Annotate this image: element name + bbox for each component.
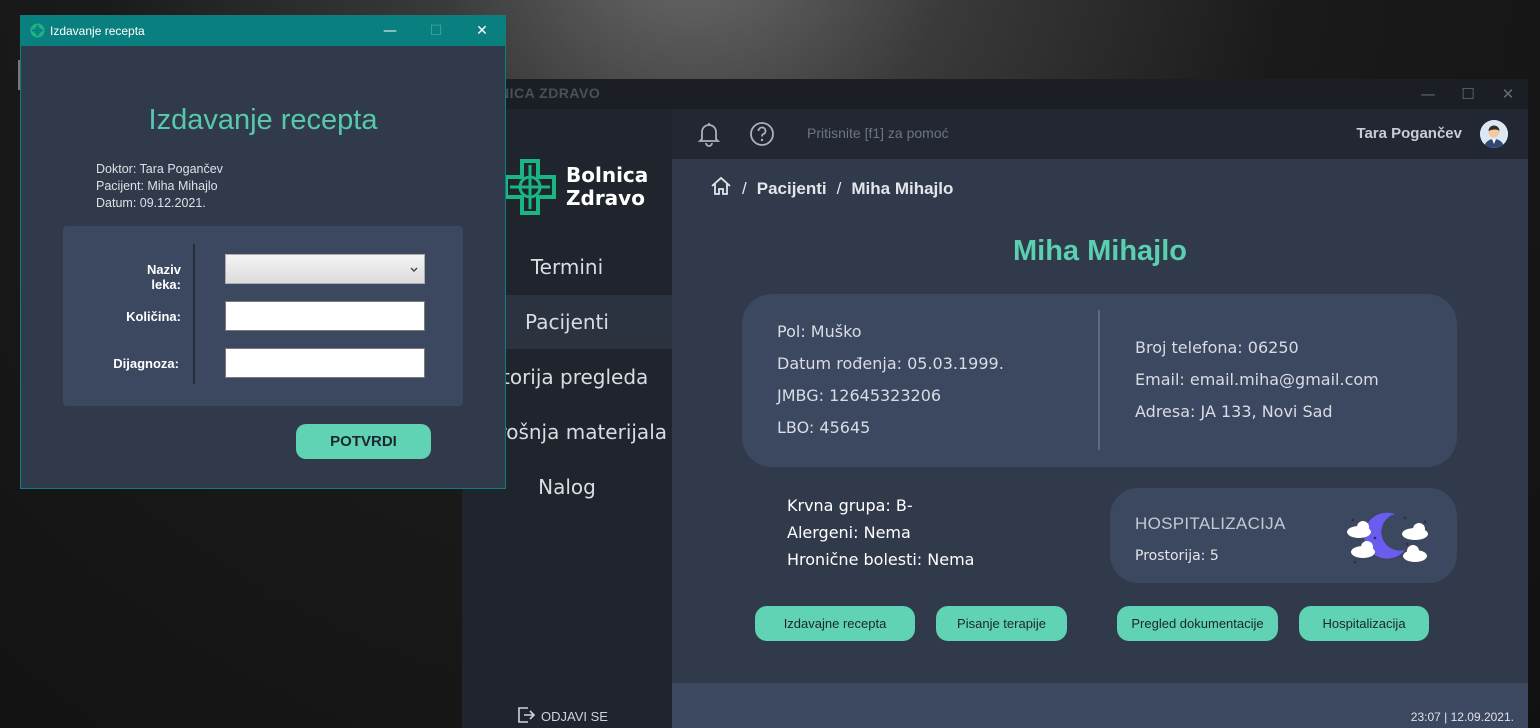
- info-birth-date: Datum rođenja: 05.03.1999.: [777, 354, 1004, 373]
- hospitalization-room: Prostorija: 5: [1135, 548, 1219, 564]
- info-lbo: LBO: 45645: [777, 418, 871, 437]
- avatar[interactable]: [1480, 120, 1508, 148]
- drug-name-select[interactable]: [225, 254, 425, 284]
- breadcrumb-separator: /: [836, 178, 842, 198]
- dialog-heading: Izdavanje recepta: [148, 104, 378, 136]
- info-address: Adresa: JA 133, Novi Sad: [1135, 402, 1333, 421]
- top-bar: Pritisnite [f1] za pomoć Tara Pogančev: [672, 109, 1528, 159]
- hospitalization-button[interactable]: Hospitalizacija: [1299, 606, 1429, 641]
- minimize-button[interactable]: —: [1408, 79, 1448, 109]
- chevron-down-icon: [409, 262, 419, 281]
- prescription-dialog: Izdavanje recepta — ☐ ✕ Izdavanje recept…: [20, 15, 506, 489]
- home-icon[interactable]: [710, 175, 732, 202]
- main-content: Pritisnite [f1] za pomoć Tara Pogančev /: [672, 109, 1528, 728]
- clock: 23:07 | 12.09.2021.: [1410, 710, 1514, 724]
- moon-clouds-icon: [1345, 508, 1431, 568]
- breadcrumb: / Pacijenti / Miha Mihajlo: [710, 175, 953, 202]
- bell-icon[interactable]: [697, 121, 721, 151]
- dialog-close-button[interactable]: ✕: [459, 16, 505, 46]
- info-blood-type: Krvna grupa: B-: [787, 496, 913, 515]
- logo-text: Bolnica Zdravo: [566, 164, 648, 210]
- logout-icon: [516, 705, 541, 728]
- quantity-input[interactable]: [225, 301, 425, 331]
- dialog-minimize-button[interactable]: —: [367, 16, 413, 46]
- patient-info-card: Pol: Muško Datum rođenja: 05.03.1999. JM…: [742, 294, 1457, 467]
- patient-info-right: Broj telefona: 06250 Email: email.miha@g…: [1135, 332, 1379, 428]
- meta-patient: Pacijent: Miha Mihajlo: [96, 179, 218, 193]
- logo-line-2: Zdravo: [566, 186, 645, 210]
- app-icon: [30, 23, 45, 42]
- maximize-button[interactable]: ☐: [1448, 79, 1488, 109]
- info-jmbg: JMBG: 12645323206: [777, 386, 942, 405]
- meta-date: Datum: 09.12.2021.: [96, 196, 206, 210]
- prescription-meta: Doktor: Tara Pogančev Pacijent: Miha Mih…: [96, 161, 223, 212]
- info-allergens: Alergeni: Nema: [787, 523, 911, 542]
- breadcrumb-pacijenti[interactable]: Pacijenti: [757, 179, 827, 199]
- info-email: Email: email.miha@gmail.com: [1135, 370, 1379, 389]
- page-title: Miha Mihajlo: [1013, 235, 1187, 267]
- confirm-button[interactable]: POTVRDI: [296, 424, 431, 459]
- logout-button[interactable]: ODJAVI SE: [516, 705, 608, 728]
- quantity-label: Količina:: [126, 309, 181, 324]
- breadcrumb-separator: /: [742, 178, 747, 198]
- hospitalization-title: HOSPITALIZACIJA: [1135, 514, 1286, 533]
- info-chronic-diseases: Hronične bolesti: Nema: [787, 550, 975, 569]
- main-titlebar: BOLNICA ZDRAVO — ☐ ✕: [462, 79, 1528, 109]
- info-phone: Broj telefona: 06250: [1135, 338, 1299, 357]
- close-button[interactable]: ✕: [1488, 79, 1528, 109]
- dialog-title: Izdavanje recepta: [50, 24, 145, 38]
- info-divider: [1098, 310, 1100, 450]
- meta-doctor: Doktor: Tara Pogančev: [96, 162, 223, 176]
- write-therapy-button[interactable]: Pisanje terapije: [936, 606, 1067, 641]
- help-icon[interactable]: [749, 121, 775, 151]
- dialog-maximize-button[interactable]: ☐: [413, 16, 459, 46]
- hospital-cross-logo: [502, 157, 558, 217]
- issue-prescription-button[interactable]: Izdavajne recepta: [755, 606, 915, 641]
- drug-name-label: Naziv leka:: [147, 262, 181, 292]
- diagnosis-label: Dijagnoza:: [113, 356, 179, 371]
- status-bar: 23:07 | 12.09.2021.: [672, 683, 1528, 728]
- logout-label: ODJAVI SE: [541, 709, 608, 724]
- info-sex: Pol: Muško: [777, 322, 862, 341]
- main-window-controls: — ☐ ✕: [1408, 79, 1528, 109]
- form-divider: [193, 244, 195, 384]
- help-hint: Pritisnite [f1] za pomoć: [807, 125, 949, 141]
- logo-line-1: Bolnica: [566, 163, 649, 187]
- prescription-form: Naziv leka: Količina: Dijagnoza:: [63, 226, 463, 406]
- dialog-window-controls: — ☐ ✕: [367, 16, 505, 46]
- breadcrumb-current: Miha Mihajlo: [851, 178, 954, 198]
- review-documentation-button[interactable]: Pregled dokumentacije: [1117, 606, 1278, 641]
- hospitalization-card: HOSPITALIZACIJA Prostorija: 5: [1110, 488, 1457, 583]
- dialog-titlebar: Izdavanje recepta — ☐ ✕: [21, 16, 505, 46]
- patient-info-left: Pol: Muško Datum rođenja: 05.03.1999. JM…: [777, 316, 1004, 444]
- diagnosis-input[interactable]: [225, 348, 425, 378]
- app-logo: Bolnica Zdravo: [502, 157, 648, 217]
- user-name[interactable]: Tara Pogančev: [1356, 125, 1462, 142]
- medical-info: Krvna grupa: B- Alergeni: Nema Hronične …: [787, 492, 974, 573]
- main-app-window: BOLNICA ZDRAVO — ☐ ✕ Bolnica Zdravo Term…: [462, 79, 1528, 728]
